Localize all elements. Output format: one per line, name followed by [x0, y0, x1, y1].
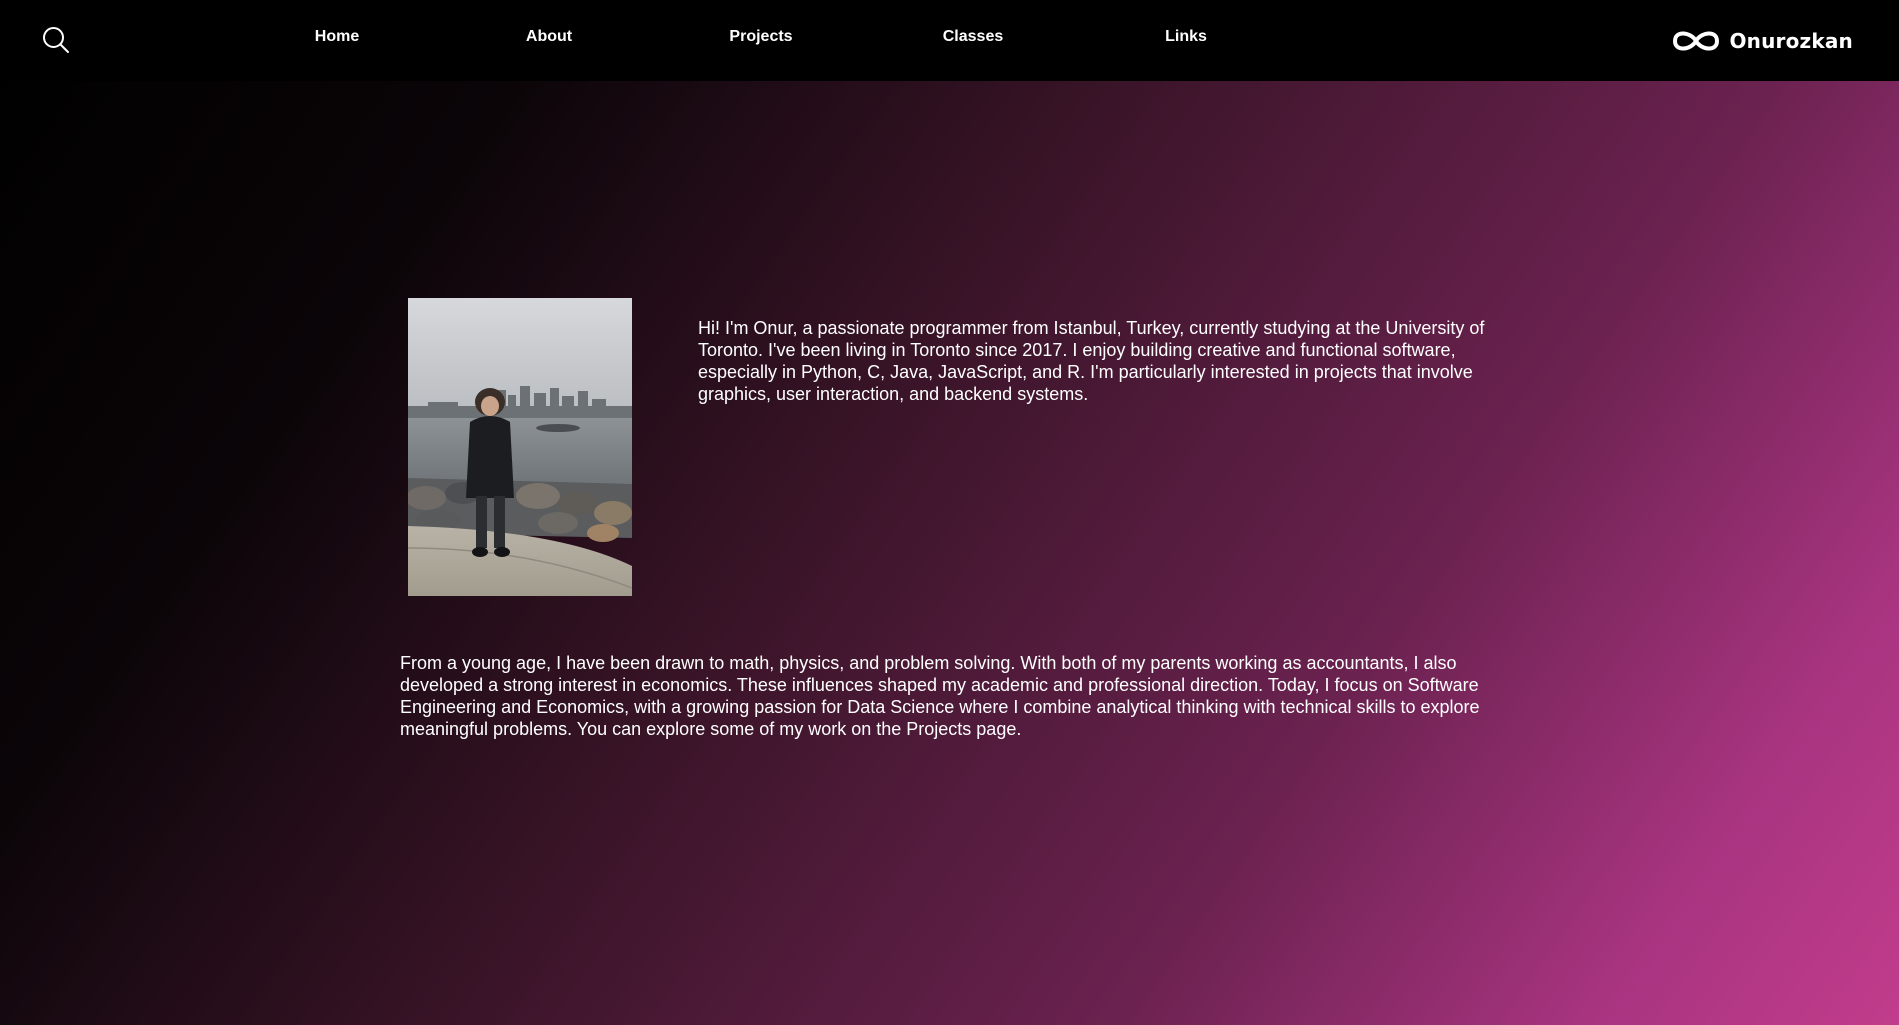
main-nav: Home About Projects Classes Links	[0, 0, 1300, 81]
bio-paragraph: From a young age, I have been drawn to m…	[400, 653, 1480, 739]
profile-photo	[408, 298, 632, 596]
nav-projects[interactable]: Projects	[729, 28, 792, 46]
nav-links[interactable]: Links	[1165, 28, 1207, 46]
nav-about[interactable]: About	[526, 28, 572, 46]
nav-classes[interactable]: Classes	[943, 28, 1004, 46]
nav-home[interactable]: Home	[315, 28, 359, 46]
top-navigation-bar: Home About Projects Classes Links Onuroz…	[0, 0, 1899, 81]
intro-paragraph: Hi! I'm Onur, a passionate programmer fr…	[698, 318, 1485, 404]
brand-logo-link[interactable]: Onurozkan	[1671, 25, 1853, 57]
infinity-icon	[1673, 31, 1720, 51]
brand-name: Onurozkan	[1729, 29, 1853, 53]
